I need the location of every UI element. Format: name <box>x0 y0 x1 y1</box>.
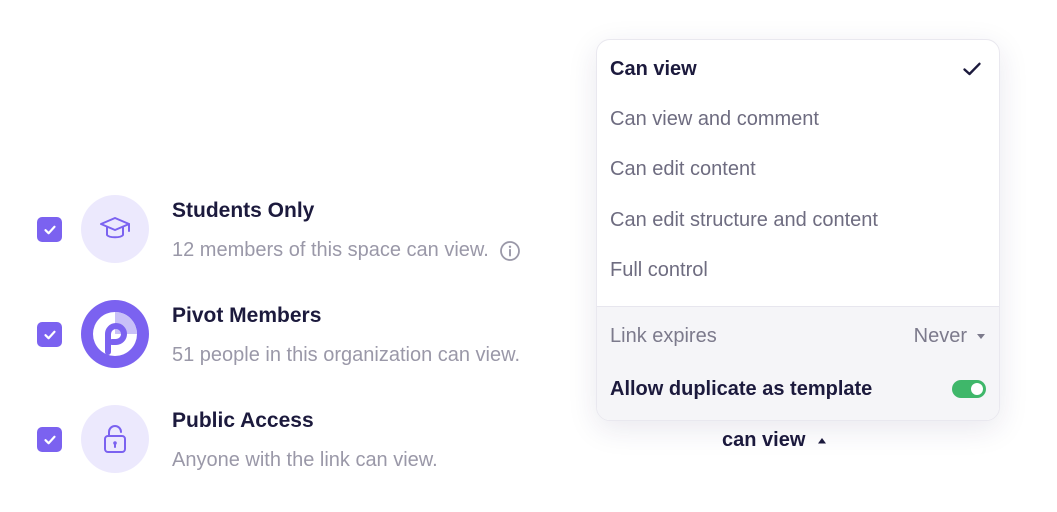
pivot-logo-icon <box>93 312 137 356</box>
duplicate-template-row: Allow duplicate as template <box>610 374 986 404</box>
pivot-members-title: Pivot Members <box>172 304 322 327</box>
option-label: Can view <box>610 57 697 80</box>
option-label: Can view and comment <box>610 107 819 130</box>
option-label: Full control <box>610 258 708 281</box>
public-avatar <box>81 405 149 473</box>
access-row-public: Public Access Anyone with the link can v… <box>37 405 597 475</box>
duplicate-template-toggle[interactable] <box>952 380 986 398</box>
permission-trigger-label: can view <box>722 429 806 451</box>
duplicate-template-label: Allow duplicate as template <box>610 377 873 400</box>
permission-dropdown-menu: Can view Can view and comment Can edit c… <box>596 39 1000 421</box>
caret-up-icon <box>818 437 827 443</box>
checkmark-icon <box>43 225 56 234</box>
pivot-members-subtitle: 51 people in this organization can view. <box>172 344 521 366</box>
dropdown-footer: Link expires Never Allow duplicate as te… <box>597 306 999 420</box>
option-can-view[interactable]: Can view <box>597 44 999 94</box>
option-can-edit-content[interactable]: Can edit content <box>597 144 999 194</box>
students-subtitle: 12 members of this space can view. <box>172 239 489 261</box>
lock-icon <box>104 425 126 453</box>
option-label: Can edit content <box>610 157 756 180</box>
checkmark-icon <box>43 330 56 339</box>
public-access-subtitle: Anyone with the link can view. <box>172 449 438 471</box>
students-subtitle-line: 12 members of this space can view. <box>172 239 521 262</box>
info-icon[interactable] <box>499 240 521 262</box>
link-expires-row: Link expires Never <box>610 321 986 351</box>
link-expires-select[interactable]: Never <box>914 325 986 348</box>
students-title: Students Only <box>172 199 315 222</box>
students-avatar <box>81 195 149 263</box>
link-expires-label: Link expires <box>610 324 717 347</box>
link-expires-value: Never <box>913 324 967 347</box>
option-full-control[interactable]: Full control <box>597 245 999 295</box>
caret-down-icon <box>977 333 985 339</box>
pivot-members-checkbox[interactable] <box>37 322 62 347</box>
toggle-knob <box>971 383 983 395</box>
permission-dropdown-trigger[interactable]: can view <box>722 429 827 452</box>
graduation-cap-icon <box>100 217 130 239</box>
option-label: Can edit structure and content <box>610 208 878 231</box>
option-can-view-and-comment[interactable]: Can view and comment <box>597 94 999 144</box>
checkmark-icon <box>43 435 56 444</box>
checkmark-icon <box>962 61 982 77</box>
access-row-pivot-members: Pivot Members 51 people in this organiza… <box>37 300 597 370</box>
access-row-students: Students Only 12 members of this space c… <box>37 195 597 265</box>
public-access-checkbox[interactable] <box>37 427 62 452</box>
pivot-avatar <box>81 300 149 368</box>
students-checkbox[interactable] <box>37 217 62 242</box>
option-can-edit-structure-and-content[interactable]: Can edit structure and content <box>597 195 999 245</box>
public-access-title: Public Access <box>172 409 314 432</box>
